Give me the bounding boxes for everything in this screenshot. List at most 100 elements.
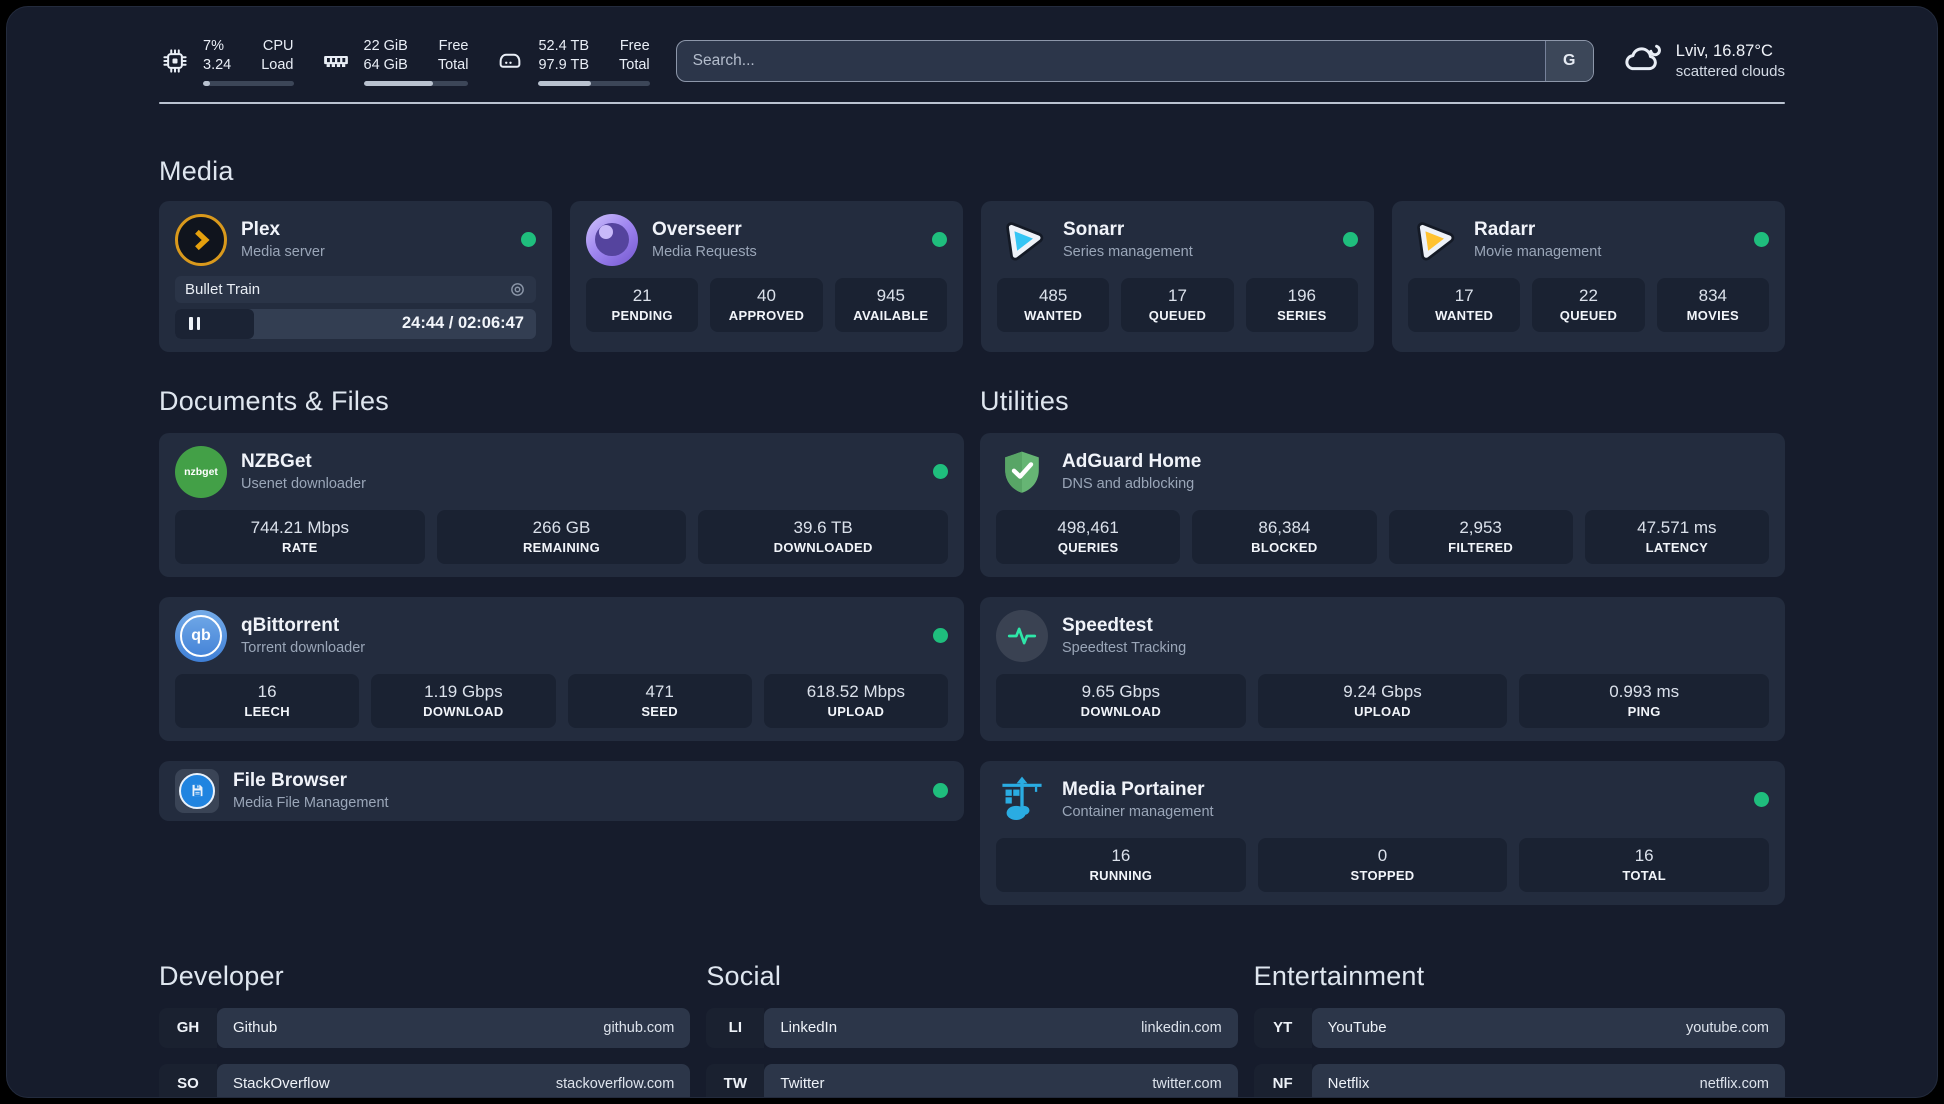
- stat-box: 2,953 FILTERED: [1388, 509, 1573, 564]
- plex-card[interactable]: Plex Media server Bullet Train 24:44 / 0…: [159, 200, 552, 352]
- overseerr-card[interactable]: Overseerr Media Requests 21 PENDING 40 A…: [570, 200, 963, 352]
- stat-box: 22 QUEUED: [1532, 277, 1645, 332]
- disk-labels: Free Total: [619, 37, 650, 75]
- documents-heading: Documents & Files: [159, 385, 389, 416]
- nzbget-card[interactable]: nzbget NZBGet Usenet downloader 744.21 M…: [159, 432, 964, 577]
- playback-progress-bar[interactable]: 24:44 / 02:06:47: [175, 308, 536, 339]
- search-input[interactable]: [676, 41, 1545, 82]
- portainer-title: Media Portainer: [1062, 778, 1205, 800]
- portainer-subtitle: Container management: [1062, 803, 1214, 820]
- nzbget-status-dot: [933, 464, 948, 480]
- filebrowser-title: File Browser: [233, 769, 348, 791]
- stat-label: APPROVED: [728, 307, 805, 323]
- qbittorrent-stats: 16 LEECH 1.19 Gbps DOWNLOAD 471 SEED 618…: [175, 673, 948, 728]
- stat-label: PENDING: [611, 307, 673, 323]
- plex-title: Plex: [241, 218, 281, 240]
- stat-value: 47.571 ms: [1637, 517, 1717, 537]
- pause-icon[interactable]: [189, 317, 200, 331]
- speedtest-subtitle: Speedtest Tracking: [1062, 639, 1187, 656]
- weather-text: Lviv, 16.87°C scattered clouds: [1676, 40, 1785, 83]
- sonarr-card[interactable]: Sonarr Series management 485 WANTED 17 Q…: [981, 200, 1374, 352]
- link-twitter[interactable]: TW Twitter twitter.com: [706, 1063, 1238, 1097]
- entertainment-heading: Entertainment: [1253, 960, 1425, 991]
- weather-condition: scattered clouds: [1675, 63, 1785, 81]
- stat-box: 485 WANTED: [997, 277, 1110, 332]
- stat-value: 945: [876, 285, 906, 305]
- speedtest-card[interactable]: Speedtest Speedtest Tracking 9.65 Gbps D…: [980, 596, 1785, 741]
- stat-label: TOTAL: [1622, 867, 1666, 883]
- stat-label: SERIES: [1277, 307, 1327, 323]
- plex-status-dot: [521, 232, 536, 248]
- plex-titles: Plex Media server: [241, 218, 325, 262]
- sonarr-titles: Sonarr Series management: [1063, 218, 1193, 262]
- header: 7% 3.24 CPU Load 22 GiB 64 GiB Free Tota…: [159, 37, 1785, 86]
- link-stackoverflow[interactable]: SO StackOverflow stackoverflow.com: [159, 1063, 691, 1097]
- disk-stat-body: 52.4 TB 97.9 TB Free Total: [538, 37, 650, 86]
- speedtest-titles: Speedtest Speedtest Tracking: [1062, 614, 1186, 658]
- plex-subtitle: Media server: [241, 243, 325, 260]
- disk-total-label: Total: [619, 56, 650, 73]
- filebrowser-card[interactable]: File Browser Media File Management: [159, 760, 964, 821]
- disk-progress-bar: [538, 80, 650, 86]
- qbittorrent-card[interactable]: qb qBittorrent Torrent downloader 16 LEE…: [159, 596, 964, 741]
- stat-box: 0.993 ms PING: [1519, 673, 1769, 728]
- nzbget-subtitle: Usenet downloader: [241, 475, 366, 492]
- qbittorrent-status-dot: [933, 628, 948, 644]
- cpu-stat: 7% 3.24 CPU Load: [159, 37, 294, 86]
- ram-icon: [320, 45, 352, 77]
- qbittorrent-titles: qBittorrent Torrent downloader: [241, 614, 365, 658]
- sonarr-status-dot: [1343, 232, 1358, 248]
- radarr-status-dot: [1754, 232, 1769, 248]
- qbittorrent-subtitle: Torrent downloader: [241, 639, 366, 656]
- sonarr-icon: [997, 214, 1049, 266]
- linkedin-abbr: LI: [706, 1007, 765, 1048]
- portainer-stats: 16 RUNNING 0 STOPPED 16 TOTAL: [996, 837, 1769, 892]
- link-linkedin[interactable]: LI LinkedIn linkedin.com: [706, 1007, 1238, 1048]
- stat-box: 17 WANTED: [1408, 277, 1521, 332]
- now-playing-title: Bullet Train: [185, 280, 261, 298]
- stat-box: 40 APPROVED: [710, 277, 823, 332]
- radarr-card[interactable]: Radarr Movie management 17 WANTED 22 QUE…: [1392, 200, 1785, 352]
- disk-progress-fill: [538, 80, 591, 86]
- sonarr-title: Sonarr: [1063, 218, 1125, 240]
- overseerr-subtitle: Media Requests: [652, 243, 757, 260]
- ram-values: 22 GiB 64 GiB: [364, 37, 408, 75]
- media-section: Media Plex Media server Bullet Train 24:…: [159, 156, 1785, 352]
- cpu-load-value: 3.24: [203, 56, 232, 73]
- link-netflix[interactable]: NF Netflix netflix.com: [1253, 1063, 1785, 1097]
- overseerr-stats: 21 PENDING 40 APPROVED 945 AVAILABLE: [586, 277, 947, 332]
- stat-value: 16: [1634, 845, 1654, 865]
- ram-total-value: 64 GiB: [363, 56, 408, 73]
- cpu-percent: 7%: [203, 38, 224, 54]
- plex-icon: [175, 213, 227, 266]
- stat-label: QUEUED: [1148, 307, 1207, 323]
- qbittorrent-icon: qb: [175, 609, 227, 662]
- documents-column: Documents & Files nzbget NZBGet Usenet d…: [159, 386, 964, 821]
- disk-free-value: 52.4 TB: [538, 38, 590, 54]
- stat-value: 1.19 Gbps: [424, 681, 503, 701]
- stat-box: 196 SERIES: [1245, 277, 1358, 332]
- speedtest-icon: [996, 609, 1048, 662]
- radarr-stats: 17 WANTED 22 QUEUED 834 MOVIES: [1408, 277, 1769, 332]
- stat-value: 485: [1038, 285, 1068, 305]
- stat-box: 0 STOPPED: [1257, 837, 1508, 892]
- stat-value: 744.21 Mbps: [250, 517, 349, 537]
- playback-time: 24:44 / 02:06:47: [401, 314, 524, 333]
- stat-value: 16: [1111, 845, 1131, 865]
- radarr-titles: Radarr Movie management: [1474, 218, 1601, 262]
- stat-value: 22: [1579, 285, 1598, 305]
- portainer-card[interactable]: Media Portainer Container management 16 …: [980, 760, 1785, 905]
- ram-stat-body: 22 GiB 64 GiB Free Total: [363, 37, 469, 86]
- stat-box: 498,461 QUERIES: [996, 509, 1181, 564]
- adguard-card[interactable]: AdGuard Home DNS and adblocking 498,461 …: [980, 432, 1785, 577]
- stat-box: 618.52 Mbps UPLOAD: [763, 673, 948, 728]
- session-settings-icon[interactable]: [509, 281, 526, 298]
- ram-free-label: Free: [438, 38, 469, 54]
- link-url: stackoverflow.com: [555, 1075, 675, 1092]
- stat-value: 498,461: [1057, 517, 1119, 537]
- adguard-title: AdGuard Home: [1062, 450, 1202, 472]
- link-youtube[interactable]: YT YouTube youtube.com: [1253, 1007, 1785, 1048]
- search-engine-button[interactable]: G: [1544, 41, 1593, 82]
- link-github[interactable]: GH Github github.com: [159, 1007, 691, 1048]
- stat-box: 9.24 Gbps UPLOAD: [1257, 673, 1508, 728]
